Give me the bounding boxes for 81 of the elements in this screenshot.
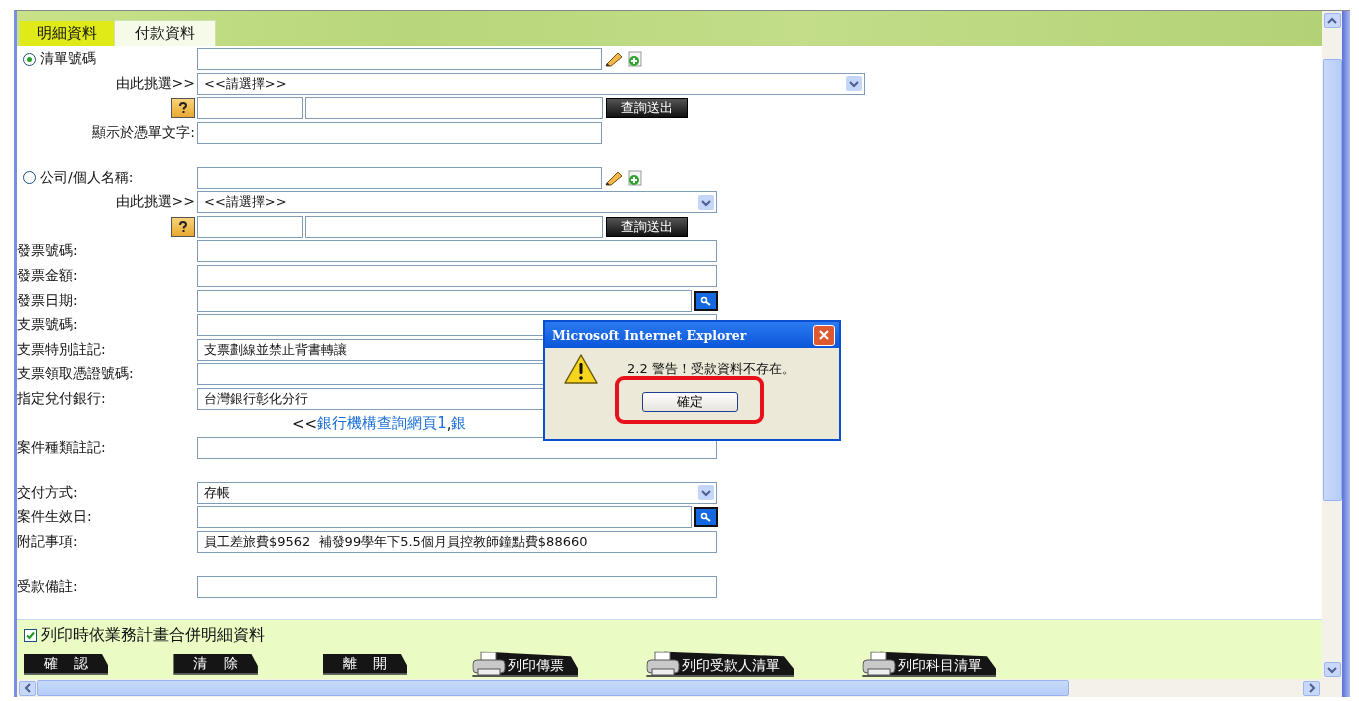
field-label: 清單號碼 [40, 50, 96, 69]
input-field[interactable] [305, 97, 603, 120]
add-icon[interactable] [626, 51, 644, 68]
input-field[interactable] [305, 215, 603, 238]
input-field[interactable] [197, 575, 717, 598]
vertical-scrollbar[interactable] [1322, 11, 1342, 697]
close-button[interactable] [813, 324, 835, 346]
caret-icon [698, 485, 714, 501]
input-field[interactable] [197, 506, 692, 529]
horizontal-scrollbar[interactable] [17, 679, 1322, 697]
question-mark-icon [176, 219, 190, 234]
close-icon [818, 329, 830, 341]
link[interactable]: 銀 [451, 414, 467, 434]
scroll-left-icon[interactable] [19, 680, 36, 696]
radio-button[interactable] [23, 171, 36, 185]
input-field[interactable] [197, 289, 692, 312]
search-icon [700, 295, 712, 306]
caret-icon [846, 76, 862, 92]
input-field[interactable] [197, 437, 717, 460]
dropdown[interactable]: <<請選擇>> [197, 191, 717, 214]
query-button[interactable]: 查詢送出 [606, 98, 688, 119]
field-label: 指定兌付銀行: [17, 390, 107, 408]
action-button[interactable]: 清 除 [173, 653, 258, 675]
field-label: 發票金額: [17, 267, 79, 286]
link-separator: << [292, 414, 318, 433]
query-button[interactable]: 查詢送出 [606, 216, 688, 237]
field-label: 支票號碼: [17, 316, 79, 335]
input-field[interactable] [197, 48, 602, 71]
input-field[interactable]: 員工差旅費$9562 補發99學年下5.5個月員控教師鐘點費$88660 [197, 531, 717, 553]
help-button[interactable] [171, 216, 195, 237]
input-field[interactable] [197, 166, 602, 189]
input-field[interactable] [197, 97, 303, 120]
ok-button[interactable]: 確定 [641, 391, 738, 412]
printer-icon [646, 651, 681, 677]
scroll-right-icon[interactable] [1303, 680, 1320, 696]
warning-icon [563, 353, 599, 385]
radio-button[interactable] [23, 52, 36, 66]
pencil-icon[interactable] [604, 169, 624, 186]
scroll-down-icon[interactable] [1323, 662, 1341, 677]
alert-message: 2.2 警告！受款資料不存在。 [627, 360, 795, 378]
input-field[interactable] [197, 265, 717, 288]
help-button[interactable] [171, 98, 195, 119]
question-mark-icon [176, 101, 190, 116]
print-button[interactable]: 列印受款人清單 [646, 651, 795, 677]
scroll-up-icon[interactable] [1323, 13, 1341, 28]
tab[interactable]: 明細資料 [20, 21, 114, 46]
action-button[interactable]: 離 開 [322, 653, 408, 675]
field-label: 案件種類註記: [17, 439, 107, 458]
printer-icon [472, 651, 507, 677]
field-label: 支票特別註記: [17, 340, 107, 359]
field-label: 顯示於憑單文字: [91, 124, 196, 143]
pencil-icon[interactable] [604, 51, 624, 68]
print-button[interactable]: 列印科目清單 [862, 651, 997, 677]
link[interactable]: 銀行機構查詢網頁1 [317, 414, 447, 434]
input-field[interactable] [197, 215, 303, 238]
caret-icon [698, 194, 714, 210]
link-separator: , [446, 414, 452, 433]
checkbox-label: 列印時依業務計畫合併明細資料 [41, 624, 265, 646]
field-label: 由此挑選>> [114, 74, 196, 93]
field-label: 案件生效日: [17, 508, 93, 527]
field-label: 發票號碼: [17, 242, 79, 261]
search-button[interactable] [694, 507, 718, 528]
field-label: 交付方式: [17, 483, 79, 502]
dropdown[interactable]: 存帳 [197, 481, 717, 504]
search-icon [700, 512, 712, 523]
add-icon[interactable] [626, 169, 644, 186]
printer-icon [862, 651, 897, 677]
print-button[interactable]: 列印傳票 [472, 651, 579, 677]
checkbox[interactable] [24, 628, 37, 642]
tab[interactable]: 付款資料 [114, 20, 216, 46]
action-button[interactable]: 確 認 [24, 653, 109, 675]
input-field[interactable] [197, 122, 602, 145]
dropdown[interactable]: <<請選擇>> [197, 72, 865, 95]
field-label: 由此挑選>> [114, 193, 196, 212]
field-label: 發票日期: [17, 291, 79, 310]
input-field[interactable] [197, 240, 717, 263]
field-label: 受款備註: [17, 577, 79, 596]
field-label: 附記事項: [17, 533, 79, 551]
field-label: 公司/個人名稱: [40, 168, 134, 187]
field-label: 支票領取憑證號碼: [17, 365, 135, 384]
search-button[interactable] [694, 290, 718, 311]
